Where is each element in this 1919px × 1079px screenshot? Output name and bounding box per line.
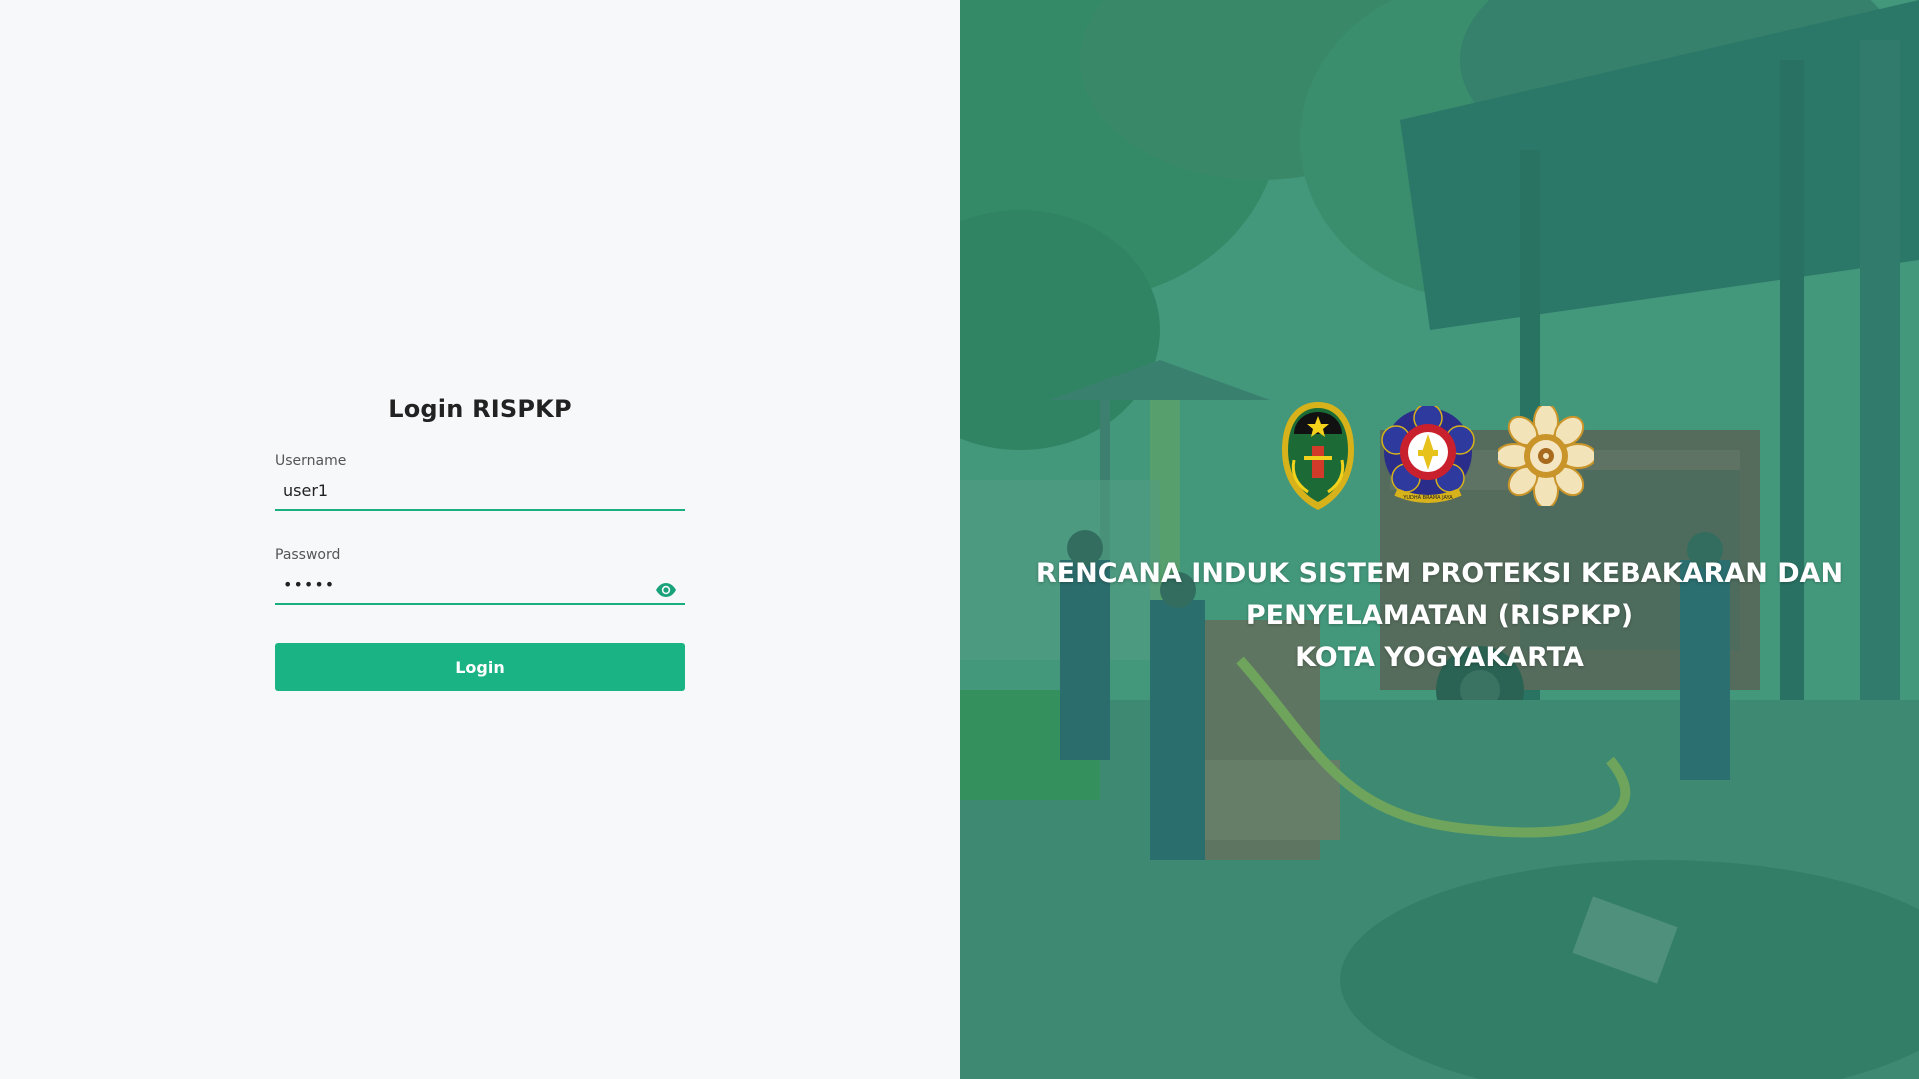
hero-title-line-1: RENCANA INDUK SISTEM PROTEKSI KEBAKARAN … (1035, 558, 1844, 589)
login-title: Login RISPKP (388, 395, 572, 423)
damkar-emblem-logo: YUDHA BRAMA JAYA (1381, 406, 1475, 503)
password-label: Password (275, 547, 341, 563)
green-overlay (960, 0, 1919, 1079)
login-button[interactable]: Login (275, 643, 685, 691)
login-panel: Login RISPKP Username Password Login (0, 0, 960, 1079)
hero-title-line-2: PENYELAMATAN (RISPKP) (1245, 600, 1634, 631)
kota-yogyakarta-emblem-logo (1282, 402, 1354, 510)
eye-icon[interactable] (655, 582, 677, 597)
logo-row: YUDHA BRAMA JAYA (1278, 400, 1594, 512)
hero-title: RENCANA INDUK SISTEM PROTEKSI KEBAKARAN … (960, 553, 1919, 679)
username-input[interactable] (275, 477, 685, 511)
hero-panel: YUDHA BRAMA JAYA RENCANA INDUK SISTEM PR… (960, 0, 1919, 1079)
ugm-emblem-logo (1498, 406, 1594, 506)
logo-motto: YUDHA BRAMA JAYA (1402, 495, 1453, 501)
username-field-group: Username (275, 453, 685, 511)
login-form: Login RISPKP Username Password Login (275, 395, 685, 691)
username-label: Username (275, 453, 347, 469)
password-input[interactable] (275, 571, 685, 605)
hero-title-line-3: KOTA YOGYAKARTA (1295, 642, 1584, 673)
password-field-group: Password (275, 547, 685, 605)
